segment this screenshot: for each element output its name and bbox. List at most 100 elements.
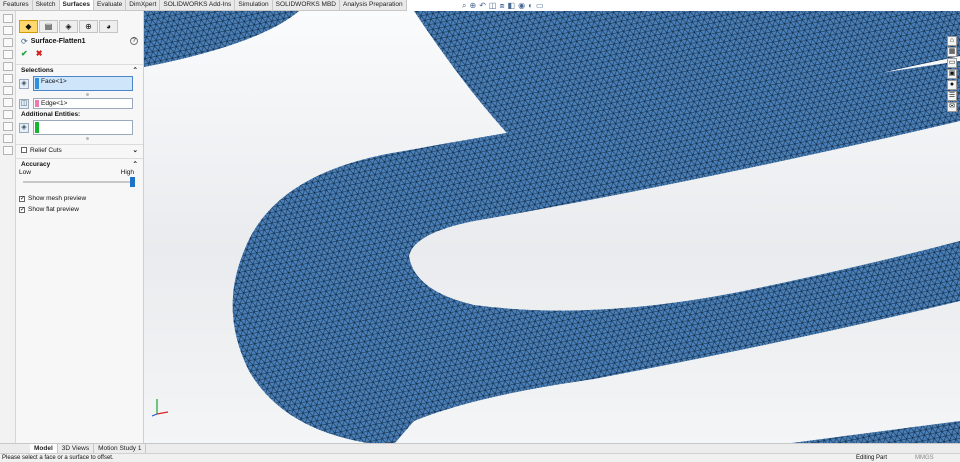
view-orientation-icon[interactable]: ⧈: [499, 1, 504, 10]
appearances-icon[interactable]: ●: [947, 80, 957, 90]
property-manager: ◆ ▤ ◈ ⊕ ◕ ⟳ Surface-Flatten1 ? ✔ ✖ Selec…: [16, 11, 144, 444]
tab-analysis-preparation[interactable]: Analysis Preparation: [340, 0, 407, 10]
tab-mbd[interactable]: SOLIDWORKS MBD: [273, 0, 340, 10]
accuracy-range-labels: Low High: [16, 169, 143, 176]
home-icon[interactable]: ⌂: [947, 36, 957, 46]
resize-handle[interactable]: [86, 137, 89, 140]
show-flat-preview-checkbox[interactable]: ✓: [19, 206, 25, 213]
accuracy-low-label: Low: [19, 169, 31, 176]
tree-node-icon[interactable]: [3, 146, 13, 155]
selections-group-header[interactable]: Selections ⌃: [16, 64, 143, 75]
collapse-chevron-icon[interactable]: ⌃: [133, 160, 138, 168]
dimxpert-manager-tab-icon[interactable]: ⊕: [79, 20, 98, 33]
tab-motion-study[interactable]: Motion Study 1: [94, 444, 147, 453]
property-manager-tab-icon[interactable]: ▤: [39, 20, 58, 33]
status-message: Please select a face or a surface to off…: [2, 455, 114, 461]
hide-show-icon[interactable]: ◉: [518, 1, 525, 10]
display-style-icon[interactable]: ◧: [508, 1, 516, 10]
tab-dimxpert[interactable]: DimXpert: [126, 0, 161, 10]
feature-tree-strip: [0, 11, 16, 444]
additional-entities-box[interactable]: [33, 120, 133, 135]
show-mesh-preview-row[interactable]: ✓ Show mesh preview: [16, 193, 143, 204]
accuracy-high-label: High: [120, 169, 134, 176]
ok-cancel-row: ✔ ✖: [16, 47, 143, 60]
edge-select-icon: ◫: [19, 98, 29, 109]
show-flat-preview-label: Show flat preview: [28, 206, 79, 213]
manager-tabs: ◆ ▤ ◈ ⊕ ◕: [19, 20, 143, 33]
entities-color-marker: [35, 122, 39, 133]
tab-surfaces[interactable]: Surfaces: [59, 0, 94, 10]
face-selection-box[interactable]: Face<1>: [33, 76, 133, 91]
edge-selection-value: Edge<1>: [41, 100, 68, 107]
edge-selection-box[interactable]: Edge<1>: [33, 98, 133, 109]
scene-icon[interactable]: ▭: [536, 1, 544, 10]
mesh-band-top: [144, 11, 299, 67]
face-select-icon: ◈: [19, 78, 29, 89]
editing-mode: Editing Part: [856, 455, 888, 461]
face-selection-row: ◈ Face<1>: [16, 75, 143, 92]
zoom-fit-icon[interactable]: ⌕: [462, 1, 466, 10]
additional-entities-label: Additional Entities:: [21, 111, 81, 118]
resize-handle[interactable]: [86, 93, 89, 96]
collapse-chevron-icon[interactable]: ⌃: [133, 66, 138, 74]
tree-node-icon[interactable]: [3, 122, 13, 131]
face-selection-value: Face<1>: [41, 78, 67, 85]
tab-3d-views[interactable]: 3D Views: [58, 444, 95, 453]
tab-evaluate[interactable]: Evaluate: [94, 0, 127, 10]
additional-entities-row: ◈: [16, 119, 143, 136]
forum-icon[interactable]: ✉: [947, 102, 957, 112]
edge-color-marker: [35, 100, 39, 107]
edge-selection-row: ◫ Edge<1>: [16, 97, 143, 110]
previous-view-icon[interactable]: ↶: [479, 1, 486, 10]
tree-node-icon[interactable]: [3, 14, 13, 23]
selections-heading: Selections: [21, 66, 54, 74]
expand-chevron-icon[interactable]: ⌄: [133, 146, 138, 154]
zoom-area-icon[interactable]: ⊕: [469, 1, 476, 10]
tab-addins[interactable]: SOLIDWORKS Add-Ins: [160, 0, 236, 10]
display-manager-tab-icon[interactable]: ◕: [99, 20, 118, 33]
ok-button[interactable]: ✔: [21, 49, 28, 58]
face-color-marker: [35, 78, 39, 89]
design-library-icon[interactable]: ▦: [947, 47, 957, 57]
tree-node-icon[interactable]: [3, 50, 13, 59]
cancel-button[interactable]: ✖: [36, 49, 43, 58]
feature-manager-tab-icon[interactable]: ◆: [19, 20, 38, 33]
tab-features[interactable]: Features: [0, 0, 33, 10]
tree-node-icon[interactable]: [3, 62, 13, 71]
relief-cuts-checkbox[interactable]: [21, 147, 27, 153]
show-flat-preview-row[interactable]: ✓ Show flat preview: [16, 204, 143, 215]
configuration-manager-tab-icon[interactable]: ◈: [59, 20, 78, 33]
show-mesh-preview-checkbox[interactable]: ✓: [19, 195, 25, 202]
entities-select-icon: ◈: [19, 122, 29, 133]
slider-thumb[interactable]: [130, 177, 135, 187]
section-view-icon[interactable]: ◫: [489, 1, 497, 10]
unit-system[interactable]: MMGS: [915, 454, 934, 462]
task-pane-tabs: ⌂ ▦ ▭ ▣ ● ☰ ✉: [947, 36, 960, 112]
tree-node-icon[interactable]: [3, 134, 13, 143]
custom-properties-icon[interactable]: ☰: [947, 91, 957, 101]
feature-header: ⟳ Surface-Flatten1 ?: [16, 35, 143, 47]
tree-node-icon[interactable]: [3, 38, 13, 47]
view-palette-icon[interactable]: ▣: [947, 69, 957, 79]
tree-node-icon[interactable]: [3, 86, 13, 95]
feature-title: Surface-Flatten1: [30, 37, 86, 45]
tree-node-icon[interactable]: [3, 110, 13, 119]
tab-simulation[interactable]: Simulation: [235, 0, 273, 10]
tab-sketch[interactable]: Sketch: [33, 0, 60, 10]
command-manager-tabs: Features Sketch Surfaces Evaluate DimXpe…: [0, 0, 407, 11]
appearance-icon[interactable]: ◐: [528, 1, 533, 10]
status-bar: Please select a face or a surface to off…: [0, 453, 960, 462]
accuracy-slider[interactable]: [23, 177, 135, 187]
file-explorer-icon[interactable]: ▭: [947, 58, 957, 68]
tab-model[interactable]: Model: [30, 444, 58, 453]
tree-node-icon[interactable]: [3, 26, 13, 35]
tree-node-icon[interactable]: [3, 74, 13, 83]
surface-flatten-icon: ⟳: [21, 36, 28, 46]
tree-node-icon[interactable]: [3, 98, 13, 107]
help-icon[interactable]: ?: [130, 37, 138, 45]
bottom-tabs: Model 3D Views Motion Study 1: [0, 443, 960, 453]
relief-cuts-group-header[interactable]: Relief Cuts ⌄: [16, 144, 143, 155]
graphics-area[interactable]: ⌂ ▦ ▭ ▣ ● ☰ ✉: [144, 11, 960, 444]
slider-track: [23, 181, 135, 183]
accuracy-group-header[interactable]: Accuracy ⌃: [16, 158, 143, 169]
